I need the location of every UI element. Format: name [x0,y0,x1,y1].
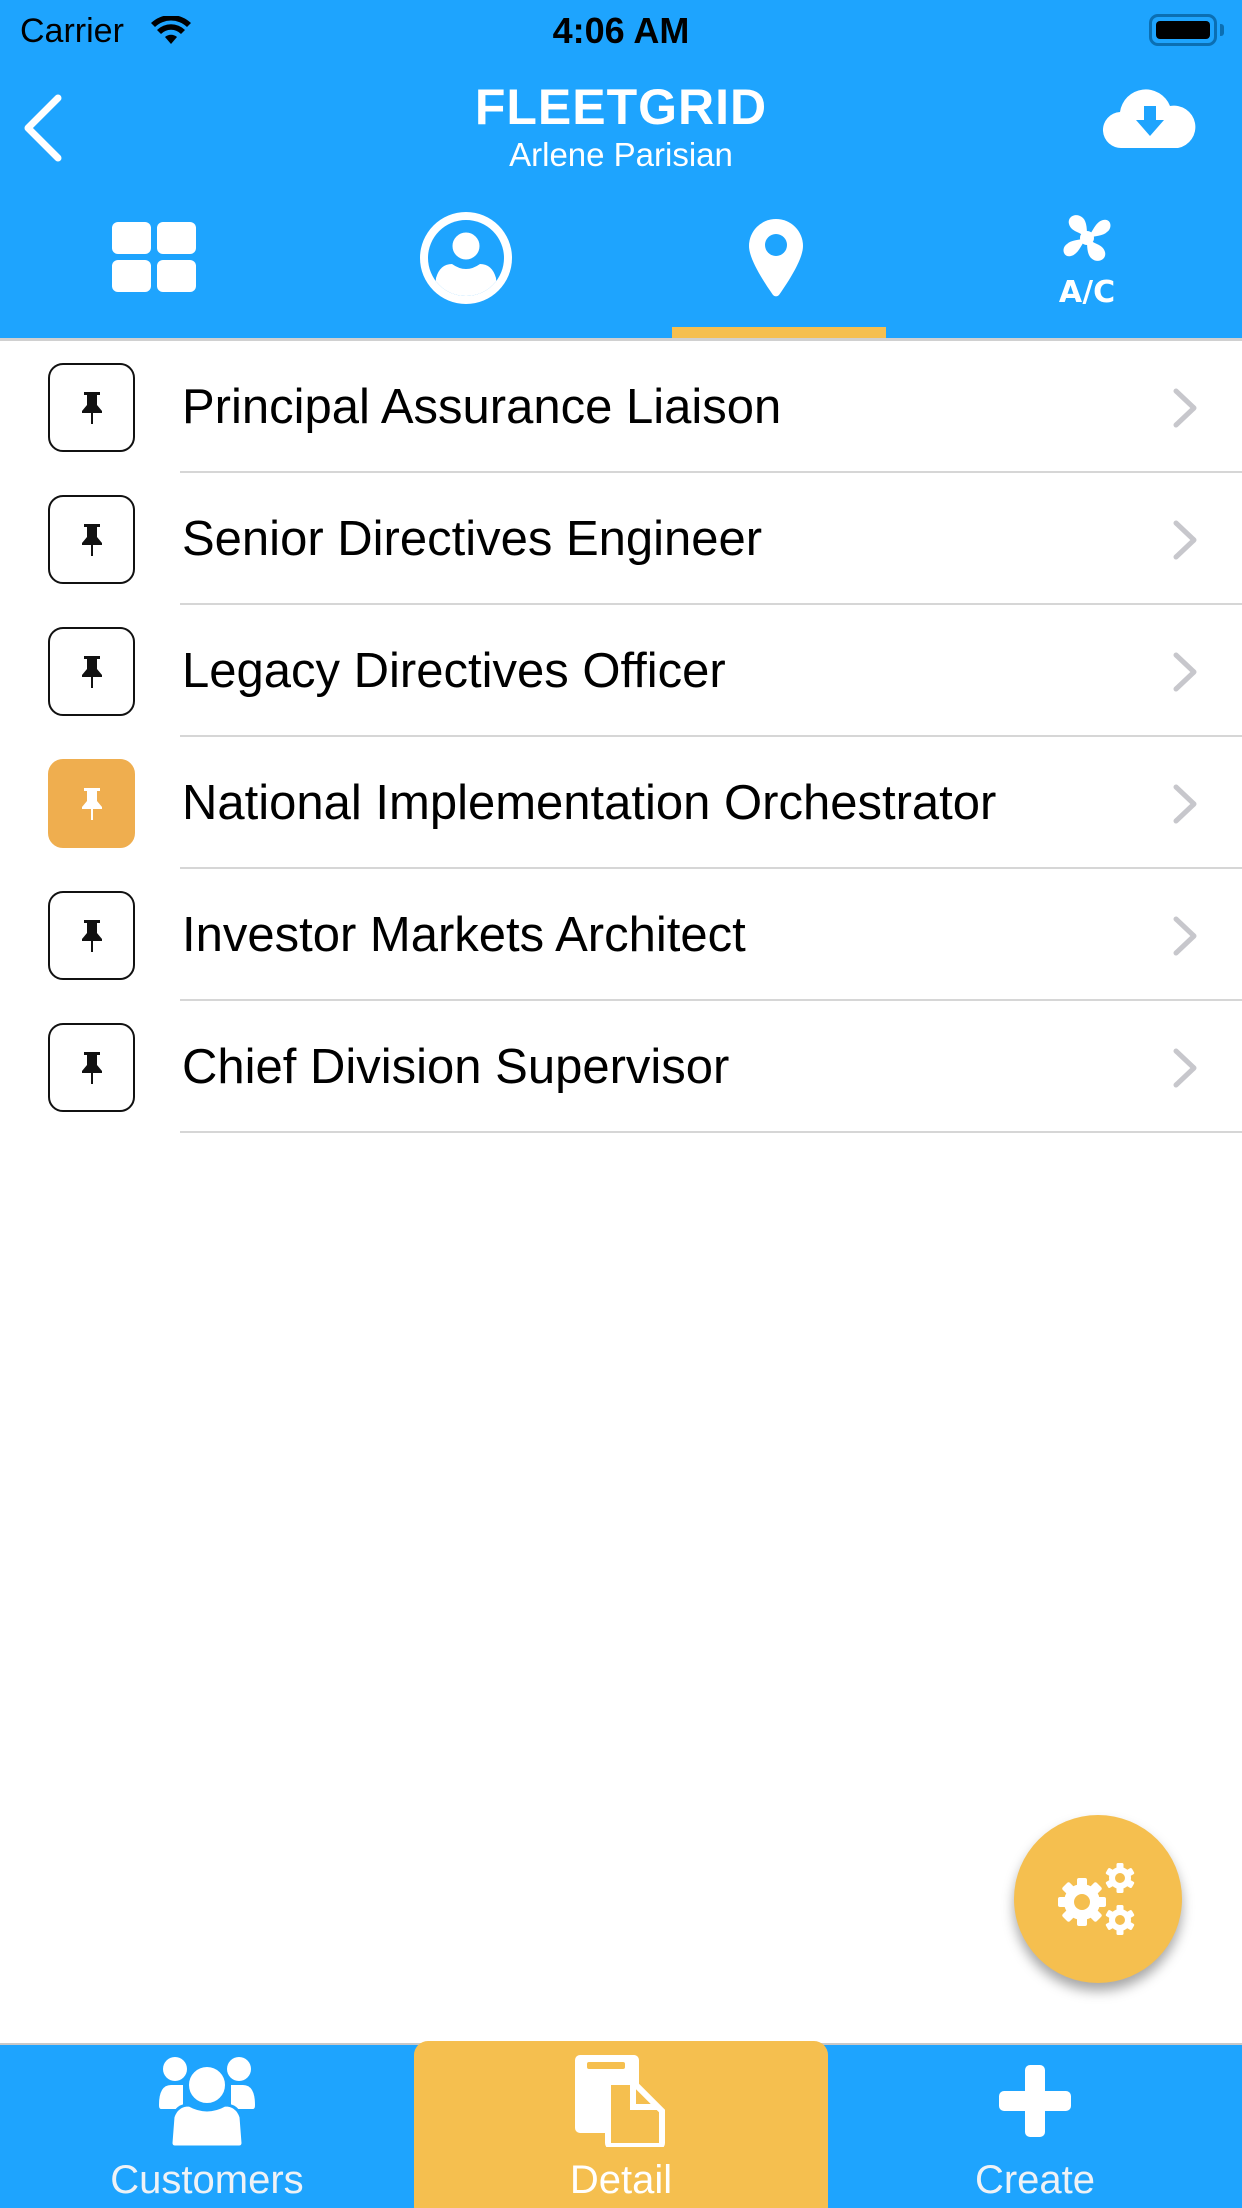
list-item-label: Senior Directives Engineer [182,512,763,566]
tab-detail[interactable]: Detail [414,2041,828,2208]
list-item[interactable]: Principal Assurance Liaison [0,341,1242,473]
cloud-download-icon [1102,89,1196,149]
pin-badge [48,1023,135,1112]
app-header: Carrier 4:06 AM FLEETGRID Arlene Parisia… [0,0,1242,341]
list-item-label: Legacy Directives Officer [182,644,726,698]
list-item-label: Investor Markets Architect [182,908,746,962]
ac-fan-icon: A/C [1059,215,1115,304]
battery-tip [1220,24,1224,36]
tab-label: Create [974,2158,1096,2202]
gears-icon [1058,1863,1135,1935]
grid-icon [112,222,197,292]
list-item-label: Principal Assurance Liaison [182,380,782,434]
tab-profile[interactable] [311,200,622,340]
status-bar: Carrier 4:06 AM [0,0,1242,60]
chevron-right-icon [1173,784,1197,824]
pin-badge [48,891,135,980]
tab-air-conditioning[interactable]: A/C [932,200,1242,340]
list-item-label: Chief Division Supervisor [182,1040,730,1094]
pin-badge-active [48,759,135,848]
pushpin-icon [81,523,102,556]
section-tabs: A/C [0,200,1242,340]
chevron-right-icon [1173,520,1197,560]
list-item[interactable]: Legacy Directives Officer [0,605,1242,737]
tab-dashboard[interactable] [0,200,311,340]
list-item[interactable]: Senior Directives Engineer [0,473,1242,605]
tab-locations[interactable] [621,200,932,340]
pin-badge [48,495,135,584]
pushpin-icon [81,919,102,952]
tab-label: Detail [569,2158,673,2202]
list-item[interactable]: Investor Markets Architect [0,869,1242,1001]
settings-fab[interactable] [1014,1815,1182,1983]
plus-icon [999,2065,1071,2137]
battery-icon [1149,14,1217,46]
pushpin-icon [81,1051,102,1084]
status-time: 4:06 AM [552,10,690,51]
chevron-right-icon [1173,652,1197,692]
chevron-right-icon [1173,388,1197,428]
pushpin-icon [81,787,102,820]
customer-name: Arlene Parisian [509,136,733,173]
users-group-icon [159,2057,255,2147]
location-list: Principal Assurance Liaison Senior Direc… [0,341,1242,1133]
user-circle-icon [419,212,512,304]
list-item[interactable]: Chief Division Supervisor [0,1001,1242,1133]
pushpin-icon [81,391,102,424]
row-divider [180,1131,1242,1133]
list-item-label: National Implementation Orchestrator [182,776,997,830]
pin-badge [48,363,135,452]
pushpin-icon [81,655,102,688]
tab-create[interactable]: Create [828,2045,1242,2208]
tab-customers[interactable]: Customers [0,2045,414,2208]
bottom-tab-bar: Customers Detail Create [0,2041,1242,2208]
list-item-selected[interactable]: National Implementation Orchestrator [0,737,1242,869]
documents-icon [575,2055,665,2147]
ac-label: A/C [1059,275,1115,304]
tab-label: Customers [110,2158,304,2202]
chevron-right-icon [1173,1048,1197,1088]
pin-badge [48,627,135,716]
download-button[interactable] [1100,84,1200,154]
chevron-right-icon [1173,916,1197,956]
map-pin-icon [749,219,804,297]
app-title: FLEETGRID [474,79,768,135]
